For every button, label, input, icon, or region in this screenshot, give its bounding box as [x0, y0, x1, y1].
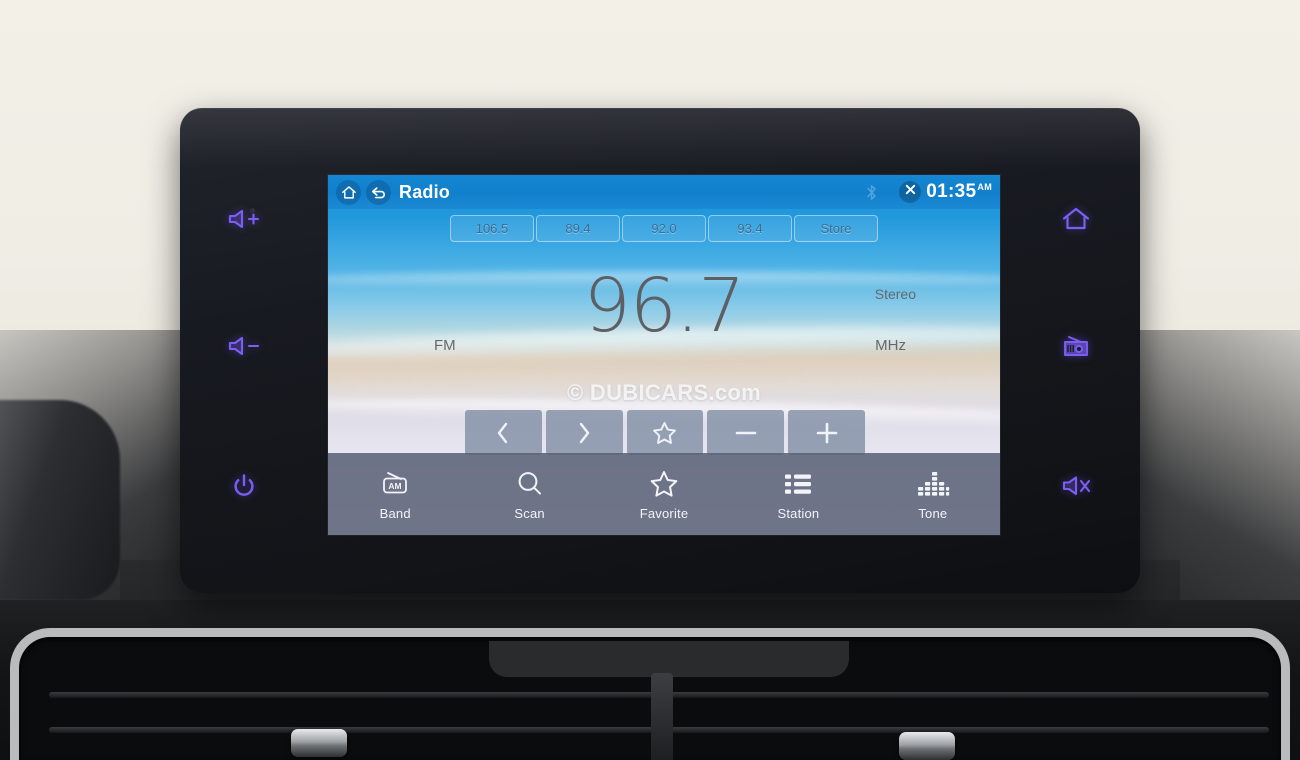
- vent-chrome-trim: [10, 628, 1290, 760]
- frequency-value: 96.7: [583, 263, 746, 349]
- clock: 01:35 AM: [926, 181, 992, 203]
- bottom-navigation-bar: AM Band Scan Favorite Station Tone: [328, 453, 1000, 535]
- nav-item-favorite[interactable]: Favorite: [597, 453, 731, 535]
- seek-up-button[interactable]: [788, 410, 865, 455]
- am-radio-icon: AM: [378, 467, 412, 501]
- page-title: Radio: [399, 181, 451, 202]
- plus-icon: [813, 420, 841, 446]
- search-icon: [514, 467, 546, 501]
- power-icon: [232, 473, 256, 499]
- star-icon: [651, 420, 678, 446]
- mute-icon: [1060, 474, 1092, 498]
- volume-up-button[interactable]: [216, 196, 272, 242]
- home-icon: [1061, 206, 1091, 232]
- stereo-indicator: Stereo: [874, 286, 916, 302]
- preset-button-1[interactable]: 106.5: [450, 215, 534, 242]
- preset-button-2[interactable]: 89.4: [536, 215, 620, 242]
- tuner-controls: [465, 410, 865, 455]
- tune-up-button[interactable]: [545, 410, 623, 455]
- nav-item-tone[interactable]: Tone: [866, 453, 1000, 535]
- head-unit-bezel: Radio 01:35 AM 106.5 89.4 92.0 93.4 Stor…: [180, 108, 1140, 593]
- volume-up-icon: [227, 208, 261, 230]
- back-arrow-icon: [370, 185, 387, 200]
- mute-button[interactable]: [1048, 463, 1104, 509]
- star-icon: [648, 467, 680, 501]
- nav-label-scan: Scan: [514, 506, 545, 521]
- chevron-right-icon: [573, 420, 595, 446]
- radio-icon: [1061, 333, 1091, 359]
- nav-label-favorite: Favorite: [639, 506, 689, 521]
- close-icon: [904, 183, 917, 201]
- home-hard-button[interactable]: [1048, 196, 1104, 242]
- titlebar-home-button[interactable]: [336, 179, 361, 205]
- tune-down-button[interactable]: [465, 410, 542, 455]
- frequency-display: 96.7 FM Stereo MHz: [328, 263, 1000, 383]
- titlebar-back-button[interactable]: [366, 179, 391, 205]
- vent-adjuster-right[interactable]: [899, 732, 955, 760]
- nav-label-band: Band: [379, 506, 411, 521]
- nav-item-station[interactable]: Station: [731, 453, 865, 535]
- power-button[interactable]: [216, 463, 272, 509]
- dashboard-scene: Radio 01:35 AM 106.5 89.4 92.0 93.4 Stor…: [0, 0, 1300, 760]
- clock-time: 01:35: [926, 181, 977, 202]
- vent-center-notch: [489, 641, 849, 677]
- air-vent-assembly: [0, 628, 1300, 760]
- store-preset-button[interactable]: Store: [794, 215, 878, 242]
- clock-ampm: AM: [977, 182, 992, 192]
- radio-hard-button[interactable]: [1048, 323, 1104, 369]
- seek-down-button[interactable]: [707, 410, 785, 455]
- touchscreen-display[interactable]: Radio 01:35 AM 106.5 89.4 92.0 93.4 Stor…: [328, 175, 1000, 535]
- minus-icon: [732, 420, 760, 446]
- svg-text:AM: AM: [389, 481, 402, 491]
- title-bar: Radio 01:35 AM: [328, 175, 1000, 209]
- favorite-button[interactable]: [626, 410, 704, 455]
- preset-button-4[interactable]: 93.4: [708, 215, 792, 242]
- volume-down-icon: [227, 335, 261, 357]
- nav-label-tone: Tone: [918, 506, 948, 521]
- preset-row: 106.5 89.4 92.0 93.4 Store: [328, 215, 1000, 242]
- close-button[interactable]: [899, 181, 922, 203]
- watermark: © DUBICARS.com: [567, 380, 761, 405]
- list-icon: [782, 467, 814, 501]
- band-label: FM: [434, 337, 456, 354]
- bezel-glare: [180, 108, 1140, 168]
- nav-item-band[interactable]: AM Band: [328, 453, 462, 535]
- home-icon: [341, 185, 357, 200]
- nav-item-scan[interactable]: Scan: [462, 453, 596, 535]
- frequency-unit-label: MHz: [875, 337, 906, 354]
- equalizer-icon: [916, 467, 950, 501]
- vent-center-divider: [651, 673, 673, 760]
- bluetooth-icon: [866, 184, 877, 201]
- vent-adjuster-left[interactable]: [291, 729, 347, 757]
- volume-down-button[interactable]: [216, 323, 272, 369]
- nav-label-station: Station: [777, 506, 820, 521]
- steering-wheel-edge: [0, 400, 120, 600]
- chevron-left-icon: [492, 420, 514, 446]
- preset-button-3[interactable]: 92.0: [622, 215, 706, 242]
